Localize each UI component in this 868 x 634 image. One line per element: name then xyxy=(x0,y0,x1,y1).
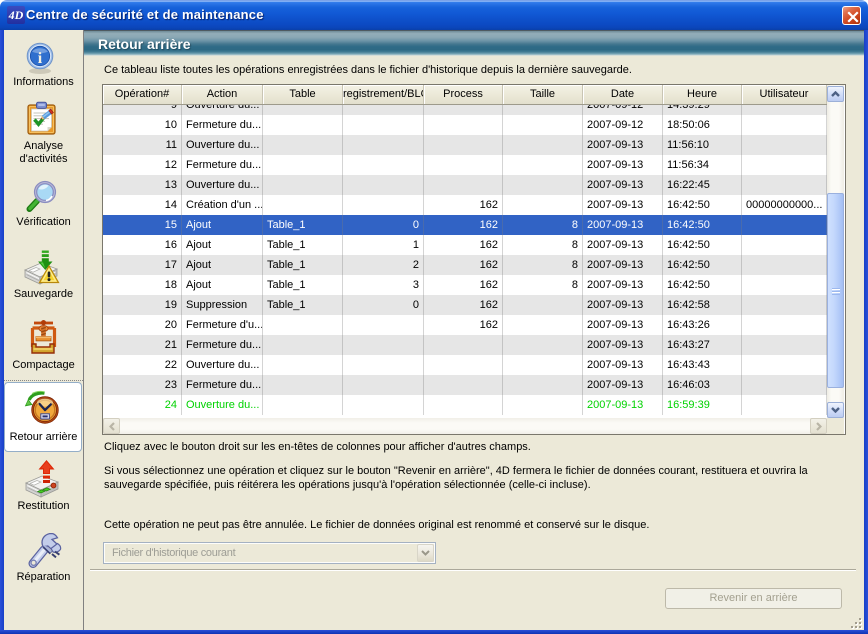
svg-text:i: i xyxy=(38,50,43,67)
